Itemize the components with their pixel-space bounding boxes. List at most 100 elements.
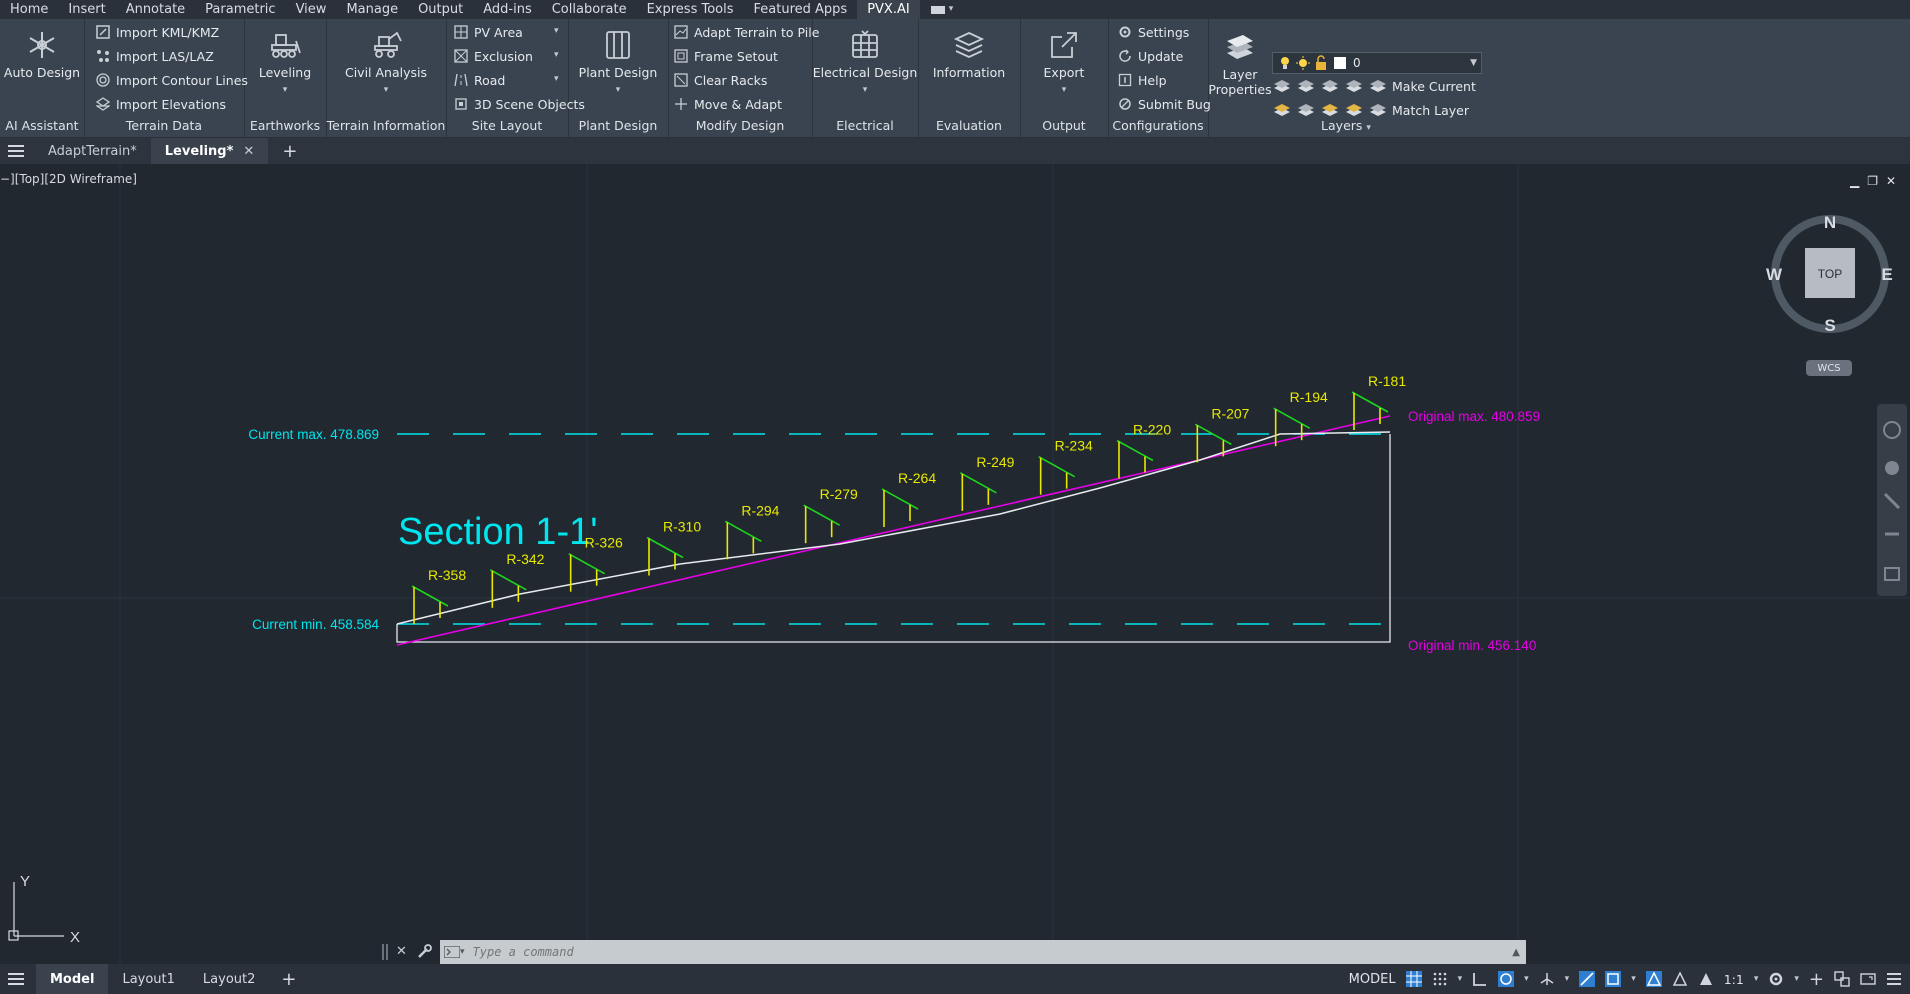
command-close-icon[interactable]: ✕: [396, 944, 407, 959]
frame-setout-button[interactable]: Frame Setout: [674, 46, 778, 66]
compass-w[interactable]: W: [1766, 265, 1783, 284]
import-contour-button[interactable]: Import Contour Lines: [96, 70, 248, 90]
adapt-terrain-to-pile-button[interactable]: Adapt Terrain to Pile: [674, 22, 819, 42]
fullscreen-icon[interactable]: [1860, 971, 1876, 987]
menu-manage[interactable]: Manage: [336, 0, 408, 19]
snap-icon[interactable]: [1432, 971, 1448, 987]
help-button[interactable]: Help: [1118, 70, 1167, 90]
tab-leveling[interactable]: Leveling* ✕: [150, 138, 269, 164]
chevron-down-icon[interactable]: ▾: [1754, 974, 1759, 984]
annotation-scale-icon[interactable]: [1698, 971, 1714, 987]
electrical-design-button[interactable]: Electrical Design ▾: [812, 29, 918, 95]
chevron-down-icon[interactable]: ▾: [1458, 974, 1463, 984]
viewcube[interactable]: TOP N S W E: [1760, 204, 1900, 354]
pile-row[interactable]: R-279: [803, 486, 858, 544]
auto-scale-icon[interactable]: [1672, 971, 1688, 987]
menu-featured-apps[interactable]: Featured Apps: [744, 0, 858, 19]
hamburger-menu-icon[interactable]: [0, 145, 34, 157]
command-input[interactable]: [470, 944, 1475, 960]
settings-button[interactable]: Settings: [1118, 22, 1189, 42]
tab-layout1[interactable]: Layout1: [108, 964, 188, 994]
information-button[interactable]: Information: [918, 29, 1020, 80]
move-adapt-button[interactable]: Move & Adapt: [674, 94, 782, 114]
add-tab-icon[interactable]: +: [268, 141, 311, 162]
menu-collaborate[interactable]: Collaborate: [542, 0, 637, 19]
menu-add-ins[interactable]: Add-ins: [473, 0, 541, 19]
layer-tool-2[interactable]: [1274, 100, 1384, 120]
isodraft-icon[interactable]: [1539, 971, 1555, 987]
minimize-icon[interactable]: ▁: [1850, 174, 1859, 188]
pile-row[interactable]: R-181: [1351, 373, 1406, 430]
pile-row[interactable]: R-358: [411, 567, 466, 624]
import-elevations-button[interactable]: Import Elevations: [96, 94, 226, 114]
civil-analysis-button[interactable]: Civil Analysis ▾: [326, 29, 446, 95]
chevron-down-icon[interactable]: ▾: [1524, 974, 1529, 984]
3d-scene-objects-button[interactable]: 3D Scene Objects: [454, 94, 585, 114]
polar-tracking-icon[interactable]: [1498, 971, 1515, 987]
layer-tool-1[interactable]: [1274, 76, 1384, 96]
tab-model[interactable]: Model: [36, 964, 109, 994]
submit-bug-button[interactable]: Submit Bug: [1118, 94, 1211, 114]
viewport-controls-label[interactable]: −][Top][2D Wireframe]: [0, 172, 137, 186]
tab-layout2[interactable]: Layout2: [189, 964, 269, 994]
object-snap-icon[interactable]: [1605, 971, 1622, 987]
compass-n[interactable]: N: [1824, 213, 1836, 232]
menu-annotate[interactable]: Annotate: [116, 0, 195, 19]
add-layout-icon[interactable]: +: [269, 969, 308, 990]
pile-row[interactable]: R-249: [959, 454, 1015, 511]
chevron-down-icon[interactable]: ▾: [1631, 974, 1636, 984]
tab-adapt-terrain[interactable]: AdaptTerrain*: [34, 138, 151, 164]
plant-design-button[interactable]: Plant Design ▾: [568, 29, 668, 95]
chevron-down-icon[interactable]: ▾: [1794, 974, 1799, 984]
layer-properties-button[interactable]: Layer Properties: [1208, 33, 1272, 97]
pile-row[interactable]: R-294: [724, 502, 780, 560]
grid-icon[interactable]: [1405, 971, 1422, 987]
annotation-scale-value[interactable]: 1:1: [1724, 972, 1744, 987]
restore-icon[interactable]: ❐: [1867, 174, 1878, 188]
plus-icon[interactable]: +: [1809, 969, 1824, 990]
menu-home[interactable]: Home: [0, 0, 58, 19]
road-button[interactable]: Road: [454, 70, 505, 90]
zoom-extents-icon[interactable]: [1883, 492, 1901, 510]
leveling-button[interactable]: Leveling ▾: [244, 29, 326, 95]
chevron-up-icon[interactable]: ▲: [1512, 947, 1520, 958]
import-las-button[interactable]: Import LAS/LAZ: [96, 46, 214, 66]
annotation-visibility-icon[interactable]: [1645, 971, 1662, 987]
showmotion-icon[interactable]: [1884, 567, 1900, 581]
compass-e[interactable]: E: [1881, 265, 1892, 284]
gear-icon[interactable]: [1768, 971, 1784, 987]
chevron-down-icon[interactable]: ▾: [1565, 974, 1570, 984]
menu-parametric[interactable]: Parametric: [195, 0, 285, 19]
ortho-icon[interactable]: [1472, 971, 1488, 987]
chevron-down-icon[interactable]: ▾: [554, 50, 559, 60]
menu-insert[interactable]: Insert: [58, 0, 115, 19]
make-current-button[interactable]: Make Current: [1370, 76, 1476, 96]
match-layer-button[interactable]: Match Layer: [1370, 100, 1469, 120]
command-line-grip[interactable]: [382, 944, 390, 960]
chevron-down-icon[interactable]: ▾: [554, 26, 559, 36]
menu-pvx-ai[interactable]: PVX.AI: [857, 0, 920, 19]
pile-row[interactable]: R-264: [881, 470, 936, 527]
customization-icon[interactable]: [1886, 971, 1902, 987]
model-space-button[interactable]: MODEL: [1349, 972, 1396, 987]
menu-express-tools[interactable]: Express Tools: [637, 0, 744, 19]
steering-wheel-icon[interactable]: [1883, 421, 1901, 439]
layer-dropdown[interactable]: 0 ▼: [1272, 52, 1482, 74]
menu-view[interactable]: View: [286, 0, 337, 19]
import-kml-button[interactable]: Import KML/KMZ: [96, 22, 219, 42]
pile-row[interactable]: R-194: [1273, 389, 1328, 447]
command-line[interactable]: ▾ ▲: [440, 940, 1526, 964]
workspace-dropdown[interactable]: ▾: [920, 0, 964, 19]
object-snap-tracking-icon[interactable]: [1579, 971, 1596, 987]
wcs-menu[interactable]: WCS: [1806, 360, 1852, 376]
isolate-objects-icon[interactable]: [1834, 971, 1850, 987]
panel-title[interactable]: Layers ▾: [1208, 118, 1484, 133]
exclusion-button[interactable]: Exclusion: [454, 46, 533, 66]
chevron-down-icon[interactable]: ▾: [554, 74, 559, 84]
command-prompt-icon[interactable]: ▾: [444, 946, 465, 958]
update-button[interactable]: Update: [1118, 46, 1183, 66]
drawing-canvas[interactable]: Section 1-1' Current max. 478.869 Curren…: [0, 164, 1910, 964]
pan-hand-icon[interactable]: [1885, 461, 1899, 475]
export-button[interactable]: Export ▾: [1020, 29, 1108, 95]
drawing-viewport[interactable]: Section 1-1' Current max. 478.869 Curren…: [0, 164, 1910, 964]
